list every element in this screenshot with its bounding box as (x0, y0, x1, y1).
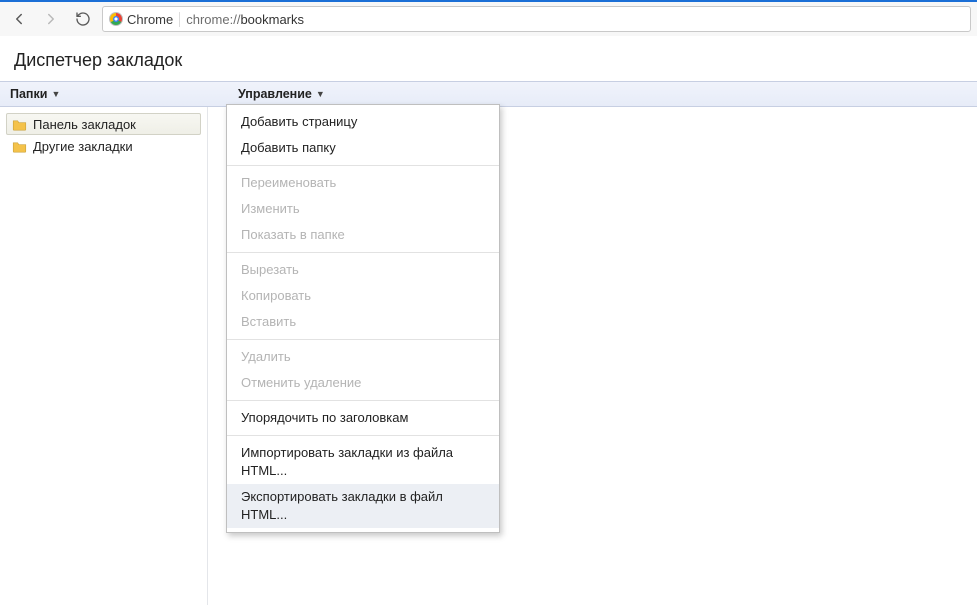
back-button[interactable] (6, 6, 32, 32)
menu-undo-delete: Отменить удаление (227, 370, 499, 396)
menu-delete: Удалить (227, 344, 499, 370)
menu-import-html[interactable]: Импортировать закладки из файла HTML... (227, 440, 499, 484)
menu-separator (227, 165, 499, 166)
origin-chip: Chrome (109, 12, 180, 27)
caret-down-icon: ▼ (316, 89, 325, 99)
menu-cut: Вырезать (227, 257, 499, 283)
folder-bookmarks-bar[interactable]: Панель закладок (6, 113, 201, 135)
menu-sort-by-title[interactable]: Упорядочить по заголовкам (227, 405, 499, 431)
menu-export-html[interactable]: Экспортировать закладки в файл HTML... (227, 484, 499, 528)
folder-icon (12, 118, 27, 131)
menu-separator (227, 252, 499, 253)
folder-icon (12, 140, 27, 153)
menu-copy: Копировать (227, 283, 499, 309)
forward-button[interactable] (38, 6, 64, 32)
manage-menu: Добавить страницу Добавить папку Переиме… (226, 104, 500, 533)
address-bar[interactable]: Chrome chrome://bookmarks (102, 6, 971, 32)
menu-separator (227, 435, 499, 436)
reload-button[interactable] (70, 6, 96, 32)
menu-edit: Изменить (227, 196, 499, 222)
folders-column-header[interactable]: Папки ▼ (0, 82, 228, 106)
manage-header-label: Управление (238, 87, 312, 101)
menu-separator (227, 400, 499, 401)
menu-paste: Вставить (227, 309, 499, 335)
origin-label: Chrome (127, 12, 173, 27)
folder-label: Панель закладок (33, 117, 136, 132)
page-title: Диспетчер закладок (0, 36, 977, 81)
url-text: chrome://bookmarks (186, 12, 304, 27)
folder-other-bookmarks[interactable]: Другие закладки (6, 135, 201, 157)
menu-separator (227, 339, 499, 340)
menu-add-folder[interactable]: Добавить папку (227, 135, 499, 161)
manage-column-header[interactable]: Управление ▼ (228, 82, 335, 106)
folders-header-label: Папки (10, 87, 47, 101)
folder-label: Другие закладки (33, 139, 133, 154)
menu-show-in-folder: Показать в папке (227, 222, 499, 248)
menu-add-page[interactable]: Добавить страницу (227, 109, 499, 135)
caret-down-icon: ▼ (51, 89, 60, 99)
folders-sidebar: Панель закладок Другие закладки (0, 107, 208, 605)
url-path: bookmarks (240, 12, 304, 27)
chrome-icon (109, 12, 123, 26)
menu-rename: Переименовать (227, 170, 499, 196)
content-pane: Добавить страницу Добавить папку Переиме… (208, 107, 977, 605)
url-scheme: chrome:// (186, 12, 240, 27)
bookmark-manager-page: Диспетчер закладок Папки ▼ Управление ▼ … (0, 36, 977, 605)
browser-toolbar: Chrome chrome://bookmarks (0, 0, 977, 36)
